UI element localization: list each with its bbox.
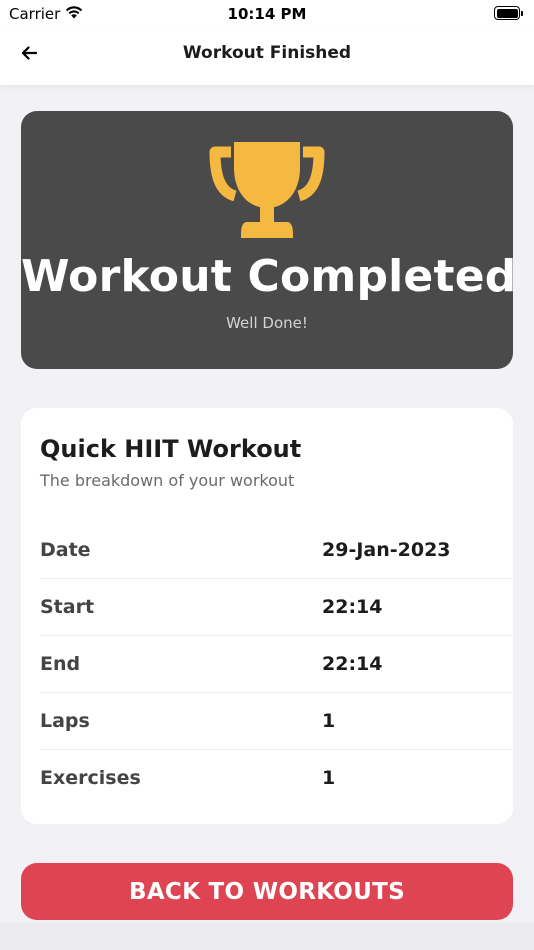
summary-row-start: Start 22:14: [40, 579, 513, 636]
summary-row-laps: Laps 1: [40, 693, 513, 750]
row-label: End: [40, 653, 81, 675]
trophy-icon: [209, 142, 325, 238]
row-value: 1: [322, 767, 336, 789]
clock-time: 10:14 PM: [227, 5, 307, 23]
navigation-bar: Workout Finished: [0, 28, 534, 85]
summary-rows: Date 29-Jan-2023 Start 22:14 End 22:14 L…: [40, 522, 513, 807]
summary-row-exercises: Exercises 1: [40, 750, 513, 807]
workout-summary-card: Quick HIIT Workout The breakdown of your…: [21, 408, 513, 824]
status-bar: Carrier 10:14 PM: [0, 0, 534, 28]
well-done-label: Well Done!: [226, 314, 308, 332]
summary-row-end: End 22:14: [40, 636, 513, 693]
battery-icon: [494, 6, 524, 20]
row-label: Exercises: [40, 767, 141, 789]
row-value: 29-Jan-2023: [322, 539, 451, 561]
completed-heading: Workout Completed: [21, 251, 517, 302]
row-label: Start: [40, 596, 95, 618]
workout-completed-banner: Workout Completed Well Done!: [21, 111, 517, 369]
row-value: 1: [322, 710, 336, 732]
row-label: Date: [40, 539, 91, 561]
summary-subtitle: The breakdown of your workout: [40, 471, 295, 490]
bottom-safe-area: [0, 922, 534, 950]
page-title: Workout Finished: [182, 43, 352, 63]
row-label: Laps: [40, 710, 90, 732]
row-value: 22:14: [322, 653, 383, 675]
workout-name: Quick HIIT Workout: [40, 435, 302, 463]
summary-row-date: Date 29-Jan-2023: [40, 522, 513, 579]
row-value: 22:14: [322, 596, 383, 618]
back-to-workouts-button[interactable]: BACK TO WORKOUTS: [21, 863, 513, 920]
